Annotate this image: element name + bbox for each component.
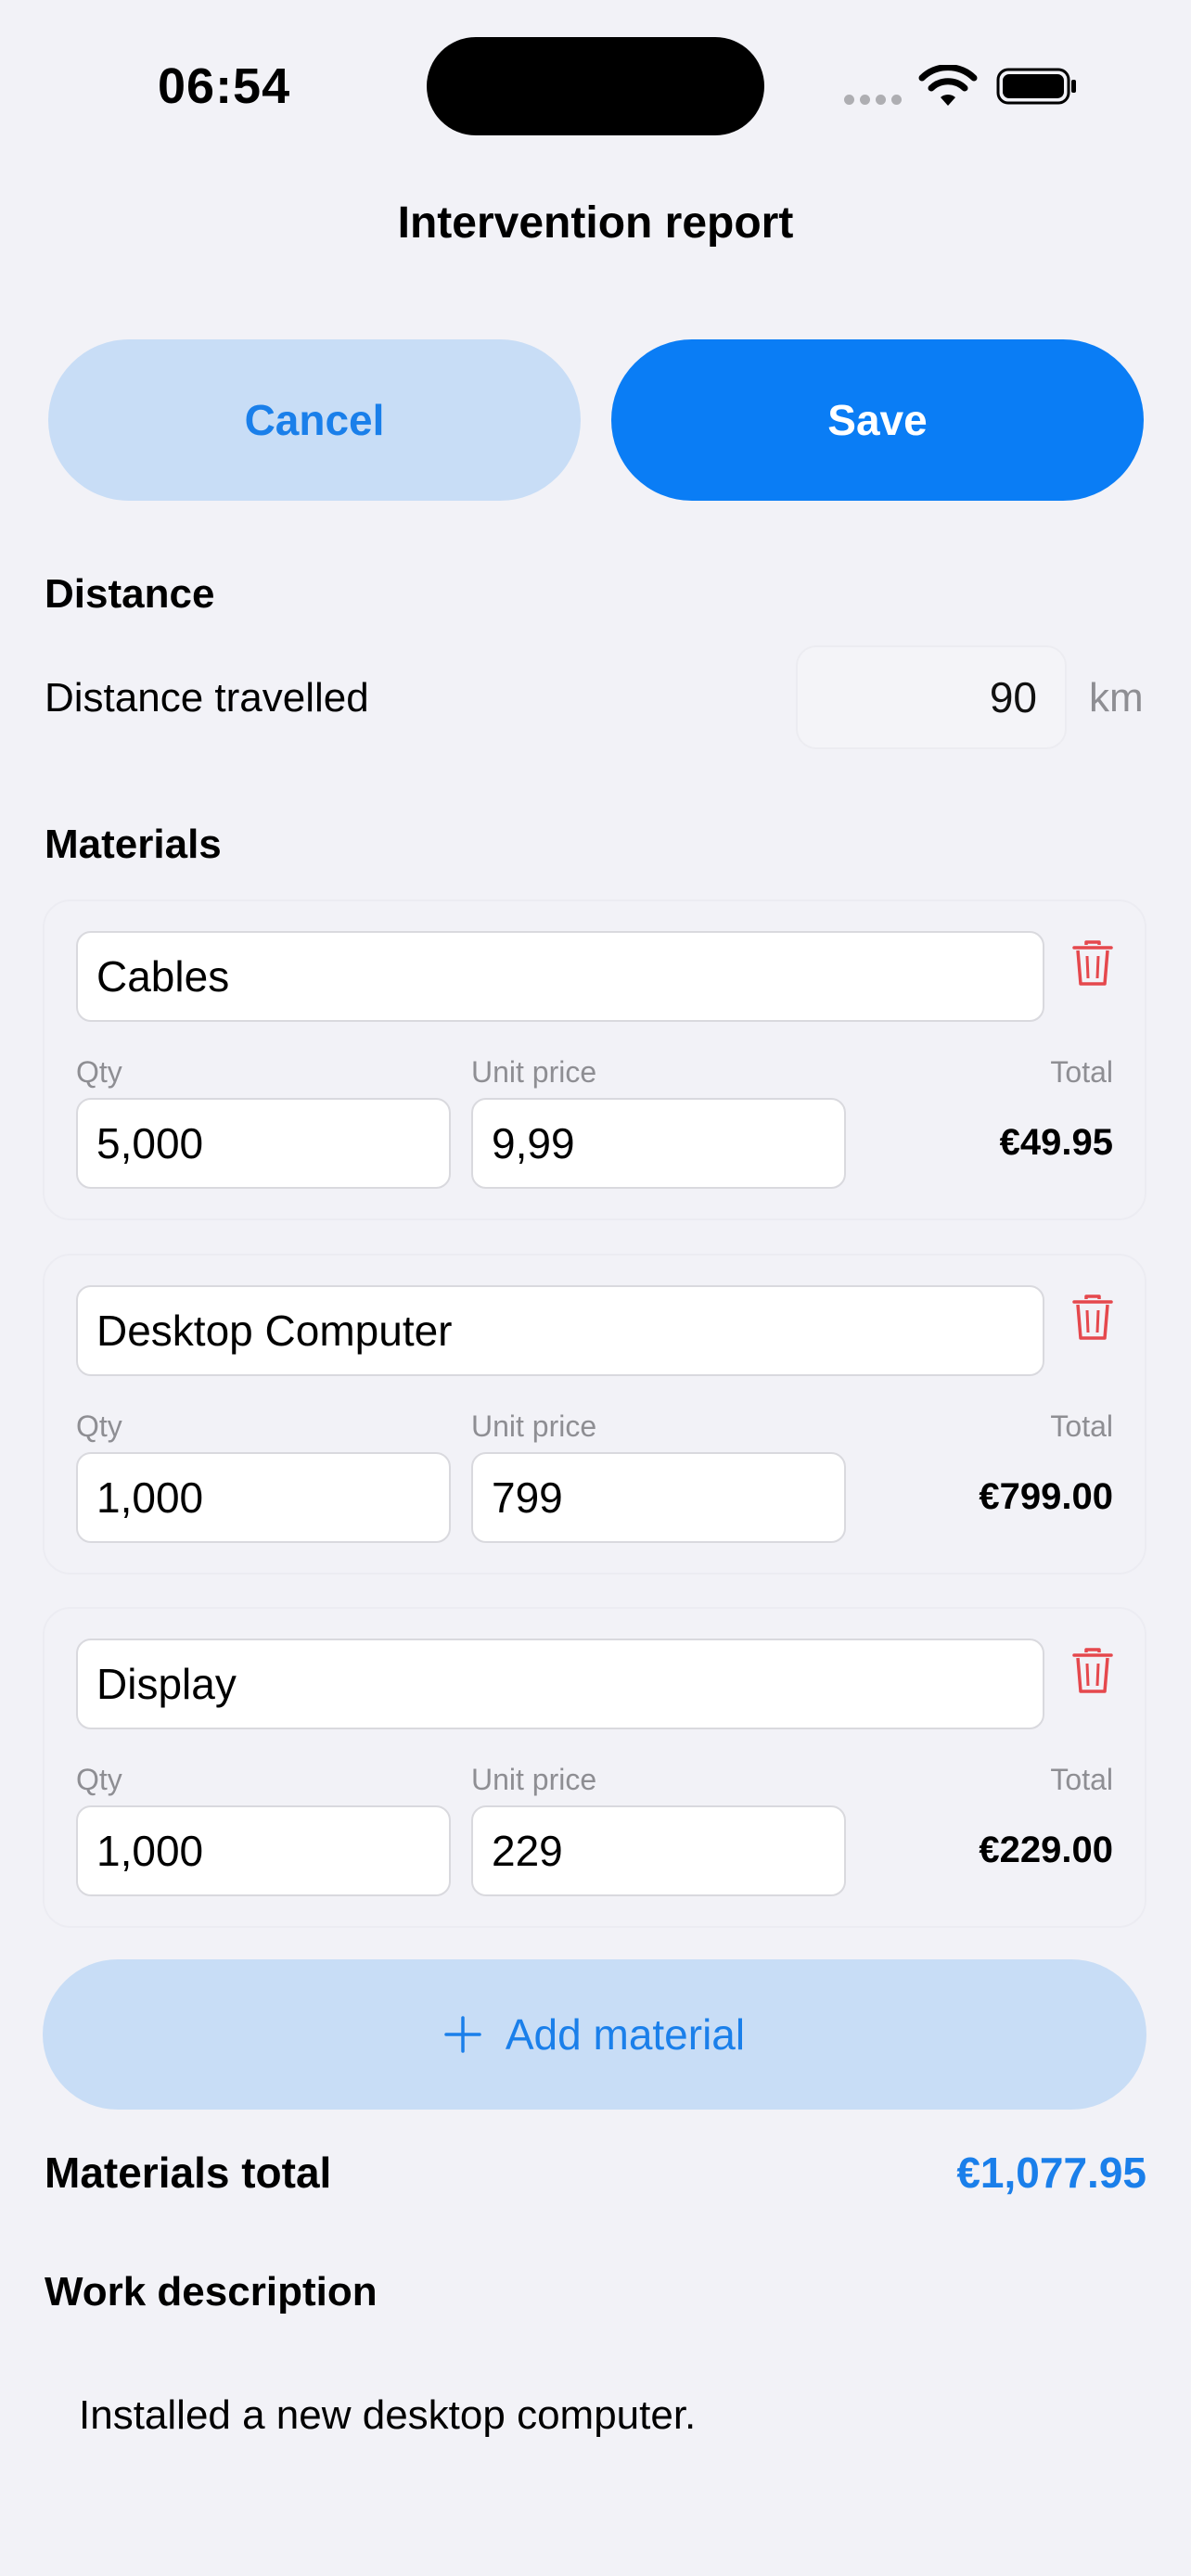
qty-input[interactable]: [76, 1805, 451, 1896]
material-card: Qty Unit price Total €49.95: [43, 899, 1146, 1220]
wifi-icon: [918, 65, 978, 106]
materials-total-value: €1,077.95: [956, 2149, 1146, 2197]
unit-price-input[interactable]: [471, 1452, 846, 1543]
unit-price-input[interactable]: [471, 1805, 846, 1896]
qty-input[interactable]: [76, 1098, 451, 1189]
qty-label: Qty: [76, 1055, 122, 1089]
cancel-button[interactable]: Cancel: [48, 339, 581, 501]
material-name-input[interactable]: [76, 1285, 1044, 1376]
unit-price-label: Unit price: [471, 1763, 597, 1796]
qty-label: Qty: [76, 1409, 122, 1443]
delete-material-button[interactable]: [1069, 1291, 1117, 1345]
distance-input[interactable]: [796, 645, 1067, 749]
unit-price-label: Unit price: [471, 1055, 597, 1089]
distance-unit: km: [1089, 675, 1144, 721]
add-material-label: Add material: [505, 2010, 746, 2059]
material-card: Qty Unit price Total €229.00: [43, 1607, 1146, 1928]
qty-input[interactable]: [76, 1452, 451, 1543]
material-name-input[interactable]: [76, 1639, 1044, 1729]
total-label: Total: [1050, 1763, 1113, 1796]
material-name-input[interactable]: [76, 931, 1044, 1022]
unit-price-label: Unit price: [471, 1409, 597, 1443]
battery-icon: [996, 68, 1076, 105]
materials-total-label: Materials total: [45, 2149, 332, 2197]
material-card: Qty Unit price Total €799.00: [43, 1254, 1146, 1575]
status-time: 06:54: [158, 58, 291, 114]
qty-label: Qty: [76, 1763, 122, 1796]
material-total: €49.95: [999, 1122, 1113, 1163]
trash-icon: [1072, 1648, 1113, 1693]
work-description-text[interactable]: Installed a new desktop computer.: [79, 2392, 696, 2439]
total-label: Total: [1050, 1055, 1113, 1089]
total-label: Total: [1050, 1409, 1113, 1443]
add-material-button[interactable]: Add material: [43, 1959, 1146, 2110]
page-title: Intervention report: [397, 198, 794, 248]
dynamic-island: [427, 37, 764, 135]
trash-icon: [1072, 1294, 1113, 1340]
cellular-signal-icon: [844, 95, 902, 105]
unit-price-input[interactable]: [471, 1098, 846, 1189]
distance-section-title: Distance: [45, 571, 215, 617]
status-bar: 06:54: [0, 0, 1191, 167]
distance-label: Distance travelled: [45, 675, 369, 721]
delete-material-button[interactable]: [1069, 1644, 1117, 1698]
plus-icon: [444, 2016, 481, 2053]
material-total: €229.00: [979, 1830, 1113, 1870]
materials-section-title: Materials: [45, 822, 222, 867]
trash-icon: [1072, 940, 1113, 986]
delete-material-button[interactable]: [1069, 937, 1117, 990]
save-button[interactable]: Save: [611, 339, 1144, 501]
material-total: €799.00: [979, 1476, 1113, 1517]
work-description-title: Work description: [45, 2269, 378, 2315]
